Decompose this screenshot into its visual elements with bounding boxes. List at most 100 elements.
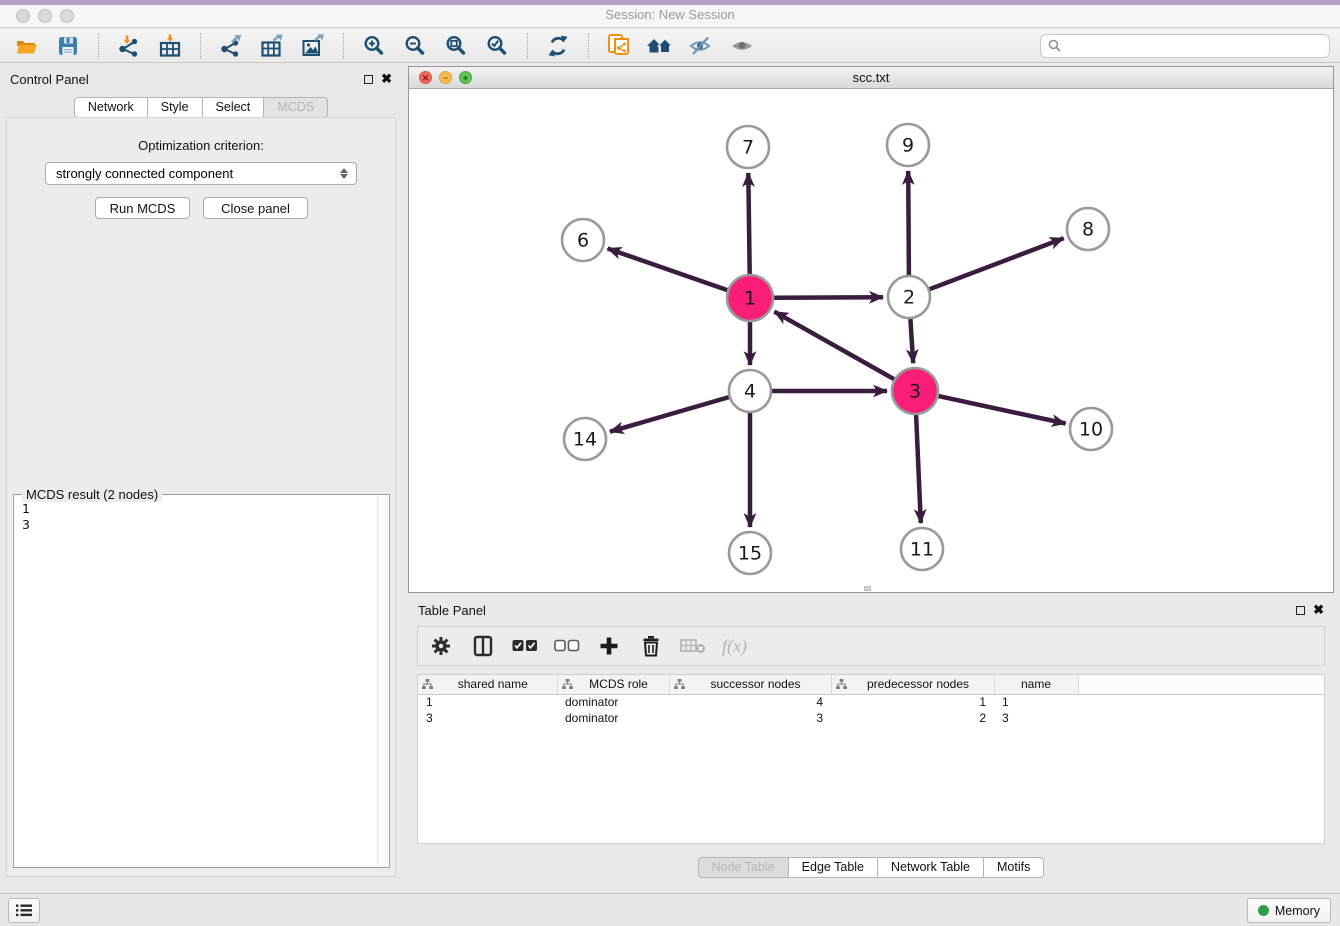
float-panel-icon[interactable] bbox=[364, 75, 373, 84]
export-network-button[interactable] bbox=[214, 31, 248, 61]
table-cell[interactable]: 4 bbox=[669, 694, 831, 710]
table-cell[interactable]: 3 bbox=[669, 710, 831, 726]
node-label-14: 14 bbox=[573, 429, 597, 451]
tab-mcds[interactable]: MCDS bbox=[263, 97, 328, 118]
control-panel-header: Control Panel ✖ bbox=[0, 66, 402, 92]
run-mcds-button[interactable]: Run MCDS bbox=[95, 197, 190, 219]
edge-1-7[interactable] bbox=[748, 173, 749, 274]
table-cell[interactable]: 1 bbox=[831, 694, 994, 710]
edge-2-8[interactable] bbox=[930, 238, 1064, 289]
table-cell[interactable]: dominator bbox=[557, 694, 669, 710]
edge-4-14[interactable] bbox=[610, 397, 729, 432]
hide-selected-button[interactable] bbox=[684, 31, 718, 61]
node-label-9: 9 bbox=[902, 135, 914, 157]
clone-network-button[interactable] bbox=[602, 31, 636, 61]
show-all-button[interactable] bbox=[725, 31, 759, 61]
tab-node-table[interactable]: Node Table bbox=[698, 857, 789, 878]
zoom-out-button[interactable] bbox=[398, 31, 432, 61]
save-icon bbox=[56, 34, 80, 58]
column-header-filler bbox=[1078, 675, 1324, 694]
gear-icon bbox=[430, 635, 452, 657]
show-column-button[interactable] bbox=[470, 633, 496, 659]
search-field[interactable] bbox=[1040, 34, 1330, 58]
edge-2-9[interactable] bbox=[908, 171, 909, 275]
table-cell-filler bbox=[1078, 710, 1324, 726]
tab-style[interactable]: Style bbox=[147, 97, 203, 118]
edge-3-1[interactable] bbox=[774, 312, 894, 380]
table-cell[interactable]: 1 bbox=[418, 694, 557, 710]
refresh-icon bbox=[546, 34, 570, 58]
delete-row-button[interactable] bbox=[638, 633, 664, 659]
table-cell[interactable]: 3 bbox=[418, 710, 557, 726]
zoom-fit-button[interactable] bbox=[439, 31, 473, 61]
column-header-successor-nodes[interactable]: successor nodes bbox=[669, 675, 831, 694]
tab-select[interactable]: Select bbox=[202, 97, 265, 118]
optimization-criterion-label: Optimization criterion: bbox=[7, 138, 395, 153]
column-header-MCDS-role[interactable]: MCDS role bbox=[557, 675, 669, 694]
table-panel-header: Table Panel ✖ bbox=[408, 597, 1334, 623]
edge-3-11[interactable] bbox=[916, 415, 921, 523]
clone-network-icon bbox=[606, 33, 632, 59]
tab-network[interactable]: Network bbox=[74, 97, 148, 118]
delete-table-button[interactable] bbox=[680, 633, 706, 659]
table-cell[interactable]: 1 bbox=[994, 694, 1078, 710]
import-network-button[interactable] bbox=[112, 31, 146, 61]
search-icon bbox=[1048, 39, 1061, 52]
first-neighbors-button[interactable] bbox=[643, 31, 677, 61]
table-header-row[interactable]: shared nameMCDS rolesuccessor nodesprede… bbox=[418, 675, 1324, 694]
edge-3-10[interactable] bbox=[939, 396, 1066, 423]
close-panel-button[interactable]: Close panel bbox=[203, 197, 308, 219]
network-canvas[interactable]: 7968124314101511 bbox=[409, 89, 1333, 592]
search-input[interactable] bbox=[1066, 39, 1322, 53]
result-line: 3 bbox=[22, 517, 369, 533]
node-table[interactable]: shared nameMCDS rolesuccessor nodesprede… bbox=[417, 674, 1325, 844]
deselect-all-rows-button[interactable] bbox=[554, 633, 580, 659]
result-scrollbar[interactable] bbox=[377, 496, 388, 866]
task-history-button[interactable] bbox=[8, 898, 40, 923]
export-image-icon bbox=[301, 34, 325, 58]
function-builder-button[interactable]: f(x) bbox=[722, 636, 747, 657]
select-all-rows-button[interactable] bbox=[512, 633, 538, 659]
add-row-button[interactable] bbox=[596, 633, 622, 659]
column-header-predecessor-nodes[interactable]: predecessor nodes bbox=[831, 675, 994, 694]
table-row[interactable]: 1dominator411 bbox=[418, 694, 1324, 710]
close-panel-icon[interactable]: ✖ bbox=[1313, 605, 1324, 615]
save-session-button[interactable] bbox=[51, 31, 85, 61]
zoom-selected-button[interactable] bbox=[480, 31, 514, 61]
plus-icon bbox=[599, 636, 619, 656]
network-window-titlebar[interactable]: ✕ − + scc.txt bbox=[409, 67, 1333, 89]
open-session-button[interactable] bbox=[10, 31, 44, 61]
mcds-result-text[interactable]: 13 bbox=[14, 497, 377, 867]
edge-2-3[interactable] bbox=[910, 319, 913, 363]
table-cell[interactable]: 2 bbox=[831, 710, 994, 726]
memory-button[interactable]: Memory bbox=[1247, 898, 1331, 923]
memory-status-icon bbox=[1258, 905, 1269, 916]
column-header-shared-name[interactable]: shared name bbox=[418, 675, 557, 694]
columns-icon bbox=[473, 635, 493, 657]
table-cell[interactable]: 3 bbox=[994, 710, 1078, 726]
zoom-in-button[interactable] bbox=[357, 31, 391, 61]
column-header-name[interactable]: name bbox=[994, 675, 1078, 694]
app-titlebar: Session: New Session bbox=[0, 0, 1340, 28]
delete-table-icon bbox=[680, 637, 706, 655]
apply-layout-button[interactable] bbox=[541, 31, 575, 61]
tab-network-table[interactable]: Network Table bbox=[877, 857, 984, 878]
import-table-button[interactable] bbox=[153, 31, 187, 61]
export-table-button[interactable] bbox=[255, 31, 289, 61]
edge-1-2[interactable] bbox=[774, 297, 883, 298]
criterion-dropdown[interactable]: strongly connected component bbox=[45, 162, 357, 185]
tab-motifs[interactable]: Motifs bbox=[983, 857, 1044, 878]
table-cell[interactable]: dominator bbox=[557, 710, 669, 726]
mcds-panel: Optimization criterion: strongly connect… bbox=[6, 117, 396, 877]
import-table-icon bbox=[158, 34, 182, 58]
float-panel-icon[interactable] bbox=[1296, 606, 1305, 615]
tree-icon bbox=[562, 679, 573, 690]
close-panel-icon[interactable]: ✖ bbox=[381, 74, 392, 84]
splitter-grip[interactable] bbox=[864, 586, 871, 591]
table-row[interactable]: 3dominator323 bbox=[418, 710, 1324, 726]
table-settings-button[interactable] bbox=[428, 633, 454, 659]
edge-1-6[interactable] bbox=[608, 249, 728, 291]
control-panel: Control Panel ✖ Network Style Select MCD… bbox=[0, 66, 402, 884]
export-image-button[interactable] bbox=[296, 31, 330, 61]
tab-edge-table[interactable]: Edge Table bbox=[788, 857, 878, 878]
